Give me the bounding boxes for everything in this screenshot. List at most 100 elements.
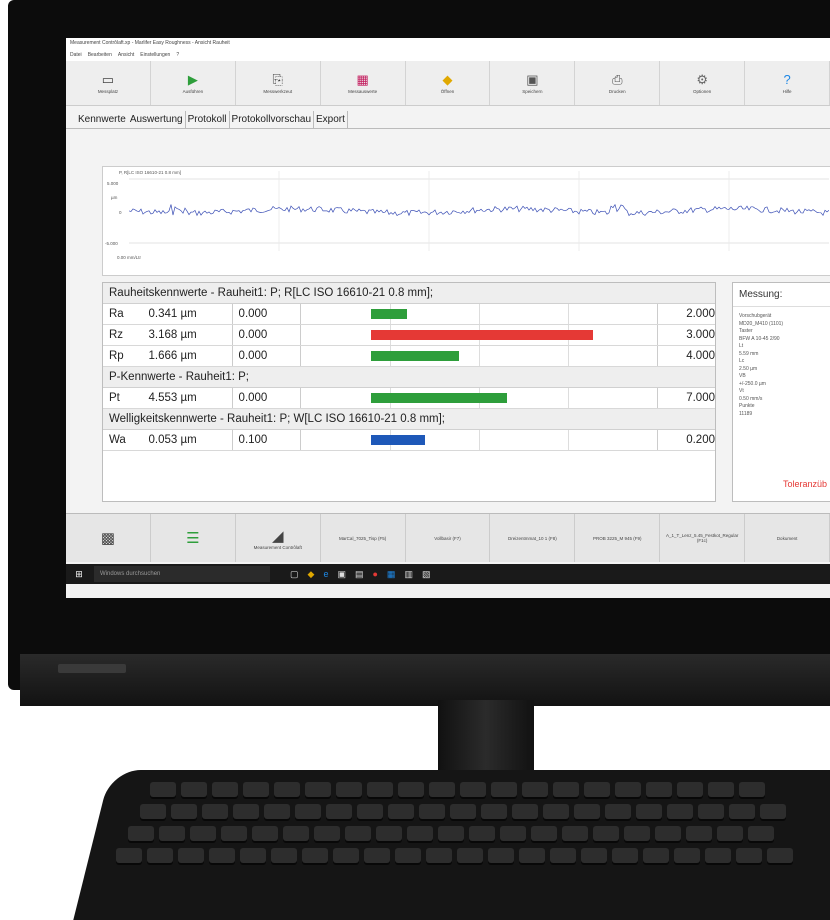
bottom-button-qr[interactable]: ▩	[66, 514, 151, 562]
y-axis-unit-label: µm	[111, 195, 118, 200]
bar-cell	[299, 325, 658, 345]
store-icon[interactable]: ▣	[337, 569, 346, 580]
ribbon-button-ausfuehren[interactable]: ▶ Ausführen	[151, 61, 236, 105]
bottom-button-program[interactable]: Vollbasir (F7)	[406, 514, 491, 562]
tab-protokollvorschau[interactable]: Protokollvorschau	[230, 111, 315, 128]
measurement-info-panel: Messung: Vorschubgerät MD20_M410 (1101) …	[732, 282, 830, 502]
app-icon[interactable]: ▥	[404, 569, 413, 580]
window-title: Measurement Contrôlaft.xp - Marlifer Eas…	[66, 38, 830, 52]
bottom-button-program[interactable]: Dreizentmmat_10 1 (F8)	[490, 514, 576, 562]
param-name: Wa	[109, 434, 126, 446]
taskbar: ⊞ Windows durchsuchen ▢ ◆ e ▣ ▤ ● ▦ ▥ ▧	[66, 564, 830, 584]
menu-item[interactable]: Datei	[70, 52, 82, 61]
param-value: 3.168 µm	[148, 329, 197, 341]
bottom-toolbar: ▩ ☰ ◢ Measurement Contrôlaft MarCal_7025_…	[66, 513, 830, 562]
value-bar	[370, 309, 407, 319]
ribbon-button-oeffnen[interactable]: ◆ Öffnen	[406, 61, 491, 105]
bottom-button-program[interactable]: A_1_T_Lenz_5.45_Festkot_Regular (F1c)	[660, 514, 746, 562]
bottom-button-layers[interactable]: ☰	[151, 514, 236, 562]
taskbar-apps: ▢ ◆ e ▣ ▤ ● ▦ ▥ ▧	[290, 569, 430, 580]
bottom-button-program[interactable]: MarCal_7025_Tisp (F5)	[321, 514, 406, 562]
app-icon[interactable]: ▧	[422, 569, 431, 580]
bottom-button-measurement[interactable]: ◢ Measurement Contrôlaft	[236, 514, 321, 562]
folder-icon[interactable]: ◆	[308, 569, 315, 580]
monitor-icon: ▭	[101, 71, 115, 87]
folder-icon: ◆	[442, 71, 453, 87]
ribbon-button-messauswerte[interactable]: ▦ Messauswerte	[321, 61, 406, 105]
task-view-icon[interactable]: ▢	[290, 569, 299, 580]
tab-auswertung[interactable]: Auswertung	[128, 111, 186, 128]
y-axis-top-label: 5.000	[107, 181, 119, 186]
table-row[interactable]: Rp 1.666 µm 0.000 4.000	[103, 346, 715, 367]
app-icon[interactable]: ▦	[387, 569, 396, 580]
param-tolerance: 0.100	[231, 430, 300, 450]
app-icon[interactable]: ▤	[355, 569, 364, 580]
edge-icon[interactable]: e	[323, 569, 328, 580]
chrome-icon[interactable]: ●	[372, 569, 377, 580]
chart-icon: ▦	[356, 71, 369, 87]
param-name: Pt	[109, 392, 120, 404]
y-axis-zero-label: 0	[119, 210, 122, 215]
measurement-info: Vorschubgerät MD20_M410 (1101) Taster BF…	[739, 313, 784, 417]
param-name: Rz	[109, 329, 124, 341]
tab-bar: Kennwerte Auswertung Protokoll Protokoll…	[66, 106, 830, 129]
print-icon: ⎙	[612, 71, 623, 87]
search-box[interactable]: Windows durchsuchen	[94, 566, 270, 582]
keyboard-row	[116, 848, 793, 864]
keyboard-row	[150, 782, 765, 798]
brand-plate	[58, 664, 126, 673]
ribbon-button-optionen[interactable]: ⚙ Optionen	[660, 61, 746, 105]
menu-item[interactable]: Einstellungen	[140, 52, 170, 61]
surface-icon: ◢	[271, 527, 284, 545]
param-tolerance: 0.000	[231, 388, 300, 408]
layers-icon: ☰	[186, 530, 200, 547]
param-limit: 4.000	[686, 350, 715, 362]
ribbon-button-speichern[interactable]: ▣ Speichern	[490, 61, 576, 105]
screen: Measurement Contrôlaft.xp - Marlifer Eas…	[66, 38, 830, 598]
value-bar	[370, 393, 508, 403]
tab-protokoll[interactable]: Protokoll	[186, 111, 230, 128]
ribbon: ▭ Messplatz ▶ Ausführen ⎘ Messwerkzeut ▦ Mes…	[66, 61, 830, 106]
value-bar	[370, 330, 594, 340]
monitor-speaker-strip	[20, 654, 830, 706]
ribbon-button-messwerkzeug[interactable]: ⎘ Messwerkzeut	[236, 61, 321, 105]
menu-item[interactable]: ?	[176, 52, 179, 61]
profile-trace	[129, 203, 829, 217]
panel-title: Messung:	[733, 283, 830, 307]
value-bar	[370, 435, 426, 445]
value-bar	[370, 351, 459, 361]
table-row[interactable]: Wa 0.053 µm 0.100 0.200	[103, 430, 715, 451]
bar-cell	[299, 304, 658, 324]
tab-kennwerte[interactable]: Kennwerte	[76, 111, 128, 128]
y-axis-bottom-label: -5.000	[105, 241, 118, 246]
bottom-button-program[interactable]: Dokument	[745, 514, 830, 562]
param-value: 0.053 µm	[148, 434, 197, 446]
menu-item[interactable]: Ansicht	[118, 52, 134, 61]
gear-icon: ⚙	[696, 71, 708, 87]
ribbon-button-messplatz[interactable]: ▭ Messplatz	[66, 61, 151, 105]
ribbon-button-drucken[interactable]: ⎙ Drucken	[575, 61, 661, 105]
tool-icon: ⎘	[272, 71, 283, 87]
ribbon-button-hilfe[interactable]: ? Hilfe	[745, 61, 830, 105]
table-row[interactable]: Pt 4.553 µm 0.000 7.000	[103, 388, 715, 409]
keyboard-row	[140, 804, 786, 820]
menu-item[interactable]: Bearbeiten	[88, 52, 112, 61]
param-name: Rp	[109, 350, 124, 362]
windows-start-icon[interactable]: ⊞	[72, 569, 86, 580]
profile-plot	[129, 171, 829, 251]
bar-cell	[299, 388, 658, 408]
bar-cell	[299, 346, 658, 366]
tab-export[interactable]: Export	[314, 111, 348, 128]
param-limit: 7.000	[686, 392, 715, 404]
param-tolerance: 0.000	[231, 304, 300, 324]
table-row[interactable]: Rz 3.168 µm 0.000 3.000	[103, 325, 715, 346]
table-row[interactable]: Ra 0.341 µm 0.000 2.000	[103, 304, 715, 325]
qr-icon: ▩	[100, 530, 116, 547]
param-value: 1.666 µm	[148, 350, 197, 362]
bottom-button-program[interactable]: PROB 3225_M 945 (F9)	[575, 514, 661, 562]
keyboard-row	[128, 826, 774, 842]
param-name: Ra	[109, 308, 124, 320]
menu-bar: Datei Bearbeiten Ansicht Einstellungen ?	[66, 52, 830, 61]
help-icon: ?	[783, 71, 791, 87]
param-limit: 0.200	[686, 434, 715, 446]
